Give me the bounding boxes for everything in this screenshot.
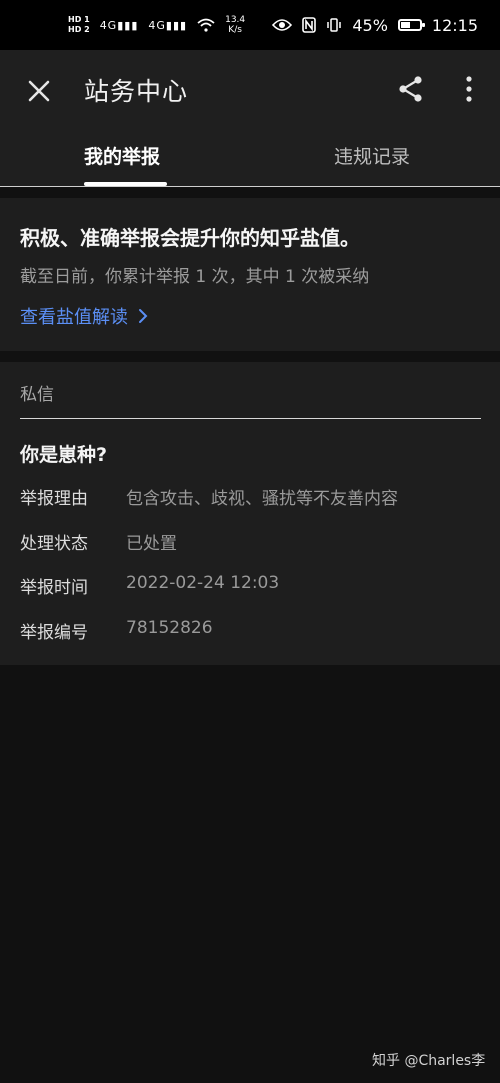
- chevron-right-icon: [139, 309, 148, 323]
- status-bar-right: 45% 12:15: [272, 16, 478, 35]
- hd1-label: HD 1: [68, 15, 90, 24]
- signal2-icon: 4G▮▮▮: [148, 18, 188, 32]
- nfc-icon: [302, 17, 317, 33]
- report-row-label: 处理状态: [20, 534, 88, 554]
- report-row-label: 举报理由: [20, 489, 88, 509]
- empty-area: [0, 665, 500, 1083]
- vibrate-icon: [327, 18, 342, 32]
- report-card[interactable]: 私信 你是崽种? 举报理由 包含攻击、歧视、骚扰等不友善内容 处理状态 已处置 …: [0, 362, 500, 665]
- section-divider: [0, 187, 500, 198]
- status-time: 12:15: [431, 15, 478, 35]
- battery-percent: 45%: [352, 15, 388, 35]
- wifi-icon: [197, 18, 215, 32]
- report-row-label: 举报编号: [20, 623, 88, 643]
- summary-headline: 积极、准确举报会提升你的知乎盐值。: [20, 226, 360, 250]
- page-title: 站务中心: [84, 77, 189, 106]
- tab-my-reports[interactable]: 我的举报: [84, 142, 160, 169]
- divider: [20, 418, 481, 419]
- status-bar-left: HD 1 HD 2 4G▮▮▮ 4G▮▮▮ 13.4 K/s: [68, 15, 245, 35]
- salt-value-link-label: 查看盐值解读: [20, 307, 128, 328]
- signal1-icon: 4G▮▮▮: [99, 18, 139, 32]
- eye-icon: [272, 19, 293, 31]
- app-bar: 站务中心: [0, 50, 500, 132]
- report-row-value: 已处置: [126, 534, 177, 554]
- close-icon[interactable]: [24, 76, 54, 106]
- section-divider: [0, 351, 500, 362]
- status-bar: HD 1 HD 2 4G▮▮▮ 4G▮▮▮ 13.4 K/s 45% 12:15: [0, 0, 500, 50]
- report-row-value: 78152826: [126, 618, 213, 638]
- report-title: 你是崽种?: [20, 444, 108, 466]
- summary-card: 积极、准确举报会提升你的知乎盐值。 截至日前，你累计举报 1 次，其中 1 次被…: [0, 198, 500, 351]
- summary-stats: 截至日前，你累计举报 1 次，其中 1 次被采纳: [20, 267, 370, 287]
- report-row-value: 包含攻击、歧视、骚扰等不友善内容: [126, 489, 398, 509]
- battery-icon: [397, 19, 425, 31]
- tab-violation-records[interactable]: 违规记录: [334, 142, 410, 169]
- tab-bar: 我的举报 违规记录: [0, 132, 500, 187]
- report-category: 私信: [20, 385, 54, 405]
- share-icon[interactable]: [396, 74, 426, 104]
- salt-value-link[interactable]: 查看盐值解读: [20, 303, 148, 329]
- watermark: 知乎 @Charles李: [372, 1053, 486, 1069]
- active-tab-indicator: [84, 182, 167, 186]
- hd2-label: HD 2: [68, 25, 90, 34]
- report-row-value: 2022-02-24 12:03: [126, 573, 280, 593]
- hd-indicator: HD 1 HD 2: [68, 15, 90, 35]
- network-speed: 13.4 K/s: [225, 15, 246, 35]
- report-row-label: 举报时间: [20, 578, 88, 598]
- more-vert-icon[interactable]: [456, 74, 482, 104]
